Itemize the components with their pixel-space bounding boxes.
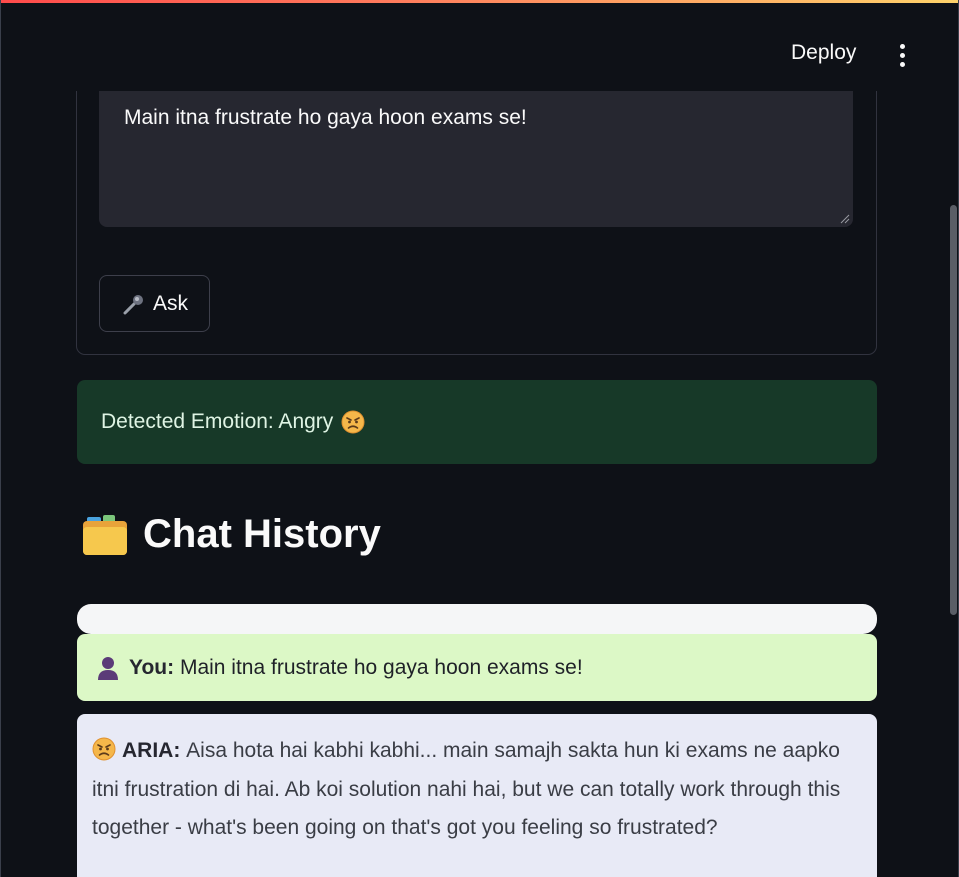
angry-face-icon [341, 410, 365, 434]
aria-message-text: Aisa hota hai kabhi kabhi... main samajh… [92, 739, 841, 839]
aria-speaker-label: ARIA: [122, 739, 181, 762]
detected-emotion-text: Detected Emotion: Angry [101, 410, 334, 433]
chat-history-heading: Chat History [81, 512, 381, 557]
user-message: You: Main itna frustrate ho gaya hoon ex… [77, 634, 877, 701]
user-speaker-label: You: [129, 655, 175, 679]
page-scrollbar[interactable] [950, 205, 957, 615]
deploy-button[interactable]: Deploy [791, 41, 856, 65]
microphone-icon [123, 294, 143, 314]
resize-handle-icon[interactable] [840, 214, 850, 224]
ask-button-label: Ask [152, 291, 188, 315]
folder-icon [83, 514, 127, 555]
person-icon [98, 656, 118, 680]
detected-emotion-banner: Detected Emotion: Angry [77, 380, 877, 464]
chat-container-top [77, 604, 877, 634]
user-message-text: Main itna frustrate ho gaya hoon exams s… [179, 655, 583, 679]
question-textarea[interactable]: Main itna frustrate ho gaya hoon exams s… [99, 91, 853, 227]
angry-face-icon [92, 737, 116, 761]
app-window: Main itna frustrate ho gaya hoon exams s… [0, 0, 959, 877]
chat-history-title: Chat History [143, 512, 381, 556]
app-header: Deploy [1, 3, 958, 91]
ask-button[interactable]: Ask [99, 275, 210, 332]
question-textarea-value: Main itna frustrate ho gaya hoon exams s… [124, 106, 527, 129]
aria-message: ARIA: Aisa hota hai kabhi kabhi... main … [77, 714, 877, 877]
kebab-menu-icon[interactable] [891, 41, 915, 71]
